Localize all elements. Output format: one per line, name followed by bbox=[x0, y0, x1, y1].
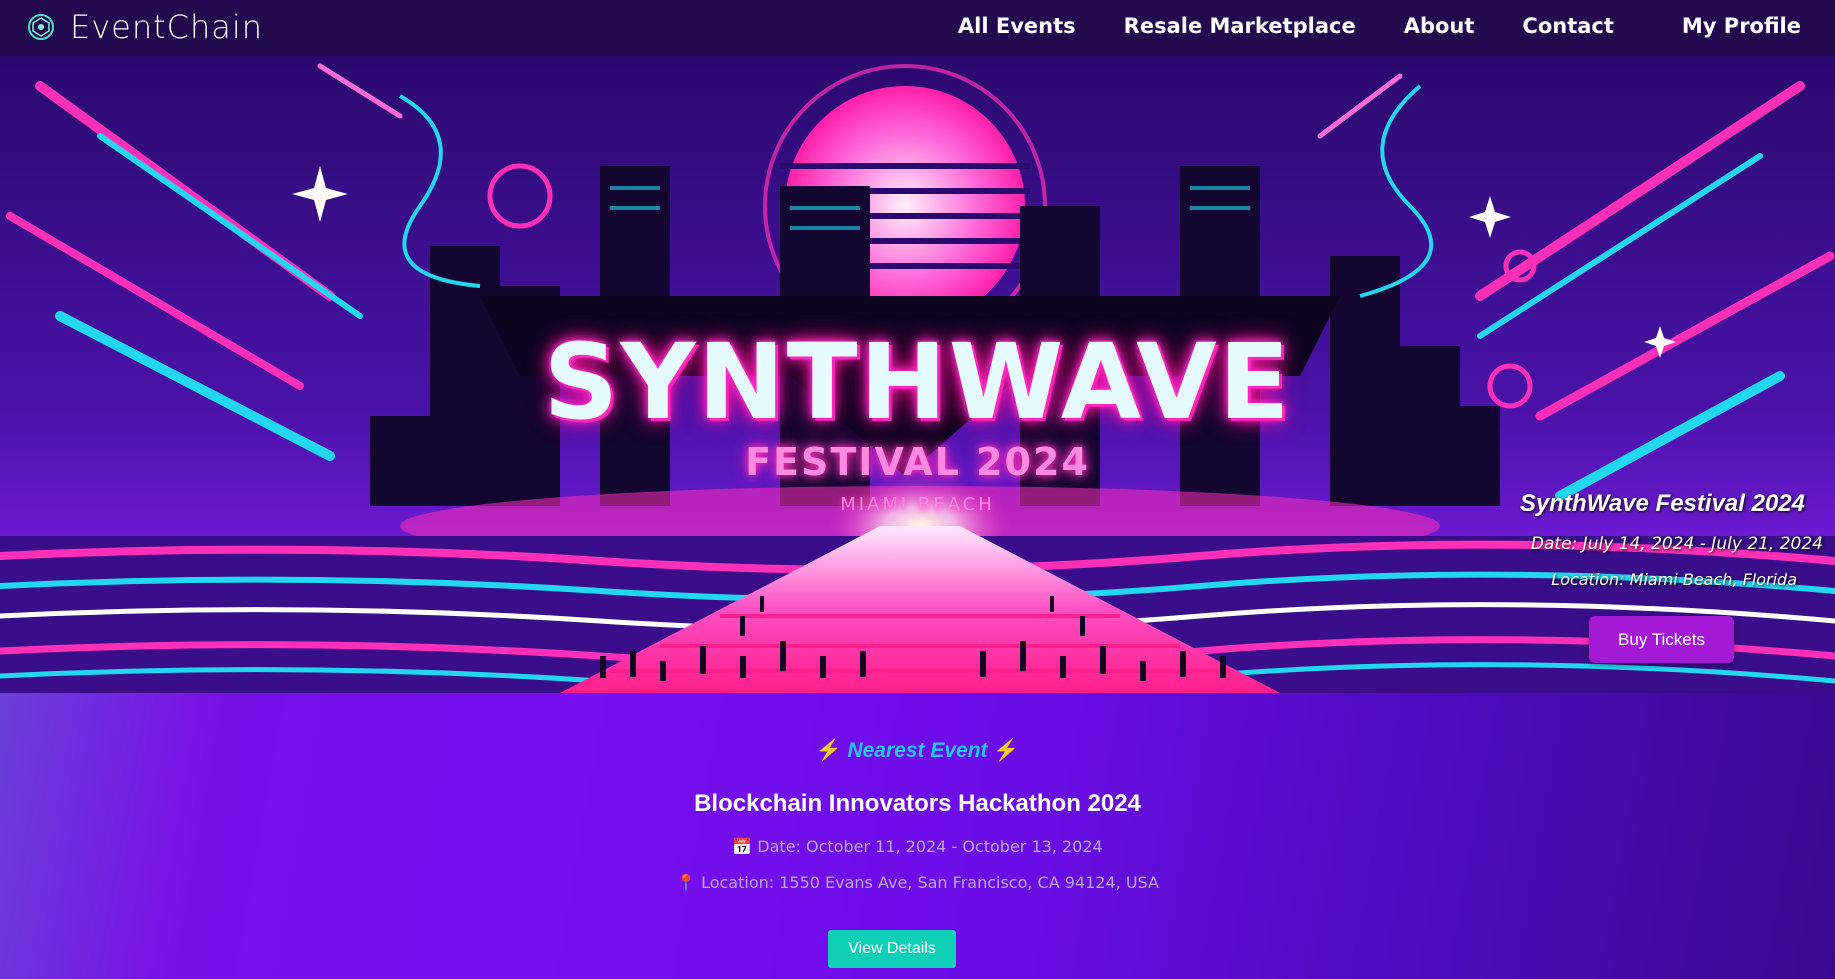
calendar-icon: 📅 bbox=[732, 837, 753, 856]
nav-resale-marketplace-link[interactable]: Resale Marketplace bbox=[1124, 14, 1356, 38]
banner-subtitle-text: FESTIVAL 2024 bbox=[745, 440, 1090, 484]
nearest-event-date-text: Date: October 11, 2024 - October 13, 202… bbox=[757, 837, 1103, 856]
nav-my-profile-link[interactable]: My Profile bbox=[1682, 14, 1801, 38]
featured-event-location: Location: Miami Beach, Florida bbox=[1551, 570, 1797, 589]
nearest-event-date: 📅 Date: October 11, 2024 - October 13, 2… bbox=[0, 837, 1835, 856]
banner-title-text: SYNTHWAVE bbox=[543, 321, 1292, 443]
nav-links: All Events Resale Marketplace About Cont… bbox=[958, 14, 1801, 38]
lightning-bolt-icon: ⚡ bbox=[993, 739, 1020, 762]
nearest-event-heading-label: Nearest Event bbox=[847, 739, 988, 762]
hero-banner: SYNTHWAVE FESTIVAL 2024 MIAMI BEACH Synt… bbox=[0, 56, 1835, 693]
eventchain-logo-icon[interactable] bbox=[26, 12, 56, 42]
lightning-bolt-icon: ⚡ bbox=[815, 739, 842, 762]
nav-about-link[interactable]: About bbox=[1404, 14, 1475, 38]
nearest-event-location: 📍 Location: 1550 Evans Ave, San Francisc… bbox=[0, 873, 1835, 892]
nearest-event-section: ⚡ Nearest Event ⚡ Blockchain Innovators … bbox=[0, 693, 1835, 979]
featured-event-date: Date: July 14, 2024 - July 21, 2024 bbox=[1530, 534, 1823, 554]
location-pin-icon: 📍 bbox=[676, 873, 696, 892]
nav-all-events-link[interactable]: All Events bbox=[958, 14, 1076, 38]
top-navbar: EventChain All Events Resale Marketplace… bbox=[0, 0, 1835, 56]
nav-contact-link[interactable]: Contact bbox=[1522, 14, 1614, 38]
buy-tickets-button[interactable]: Buy Tickets bbox=[1589, 616, 1734, 663]
nearest-event-heading: ⚡ Nearest Event ⚡ bbox=[0, 739, 1835, 763]
brand-name[interactable]: EventChain bbox=[70, 8, 263, 46]
featured-event-name: SynthWave Festival 2024 bbox=[1519, 490, 1805, 517]
nearest-event-location-text: Location: 1550 Evans Ave, San Francisco,… bbox=[701, 873, 1159, 892]
nearest-event-title: Blockchain Innovators Hackathon 2024 bbox=[694, 790, 1141, 817]
view-details-button[interactable]: View Details bbox=[828, 930, 956, 968]
